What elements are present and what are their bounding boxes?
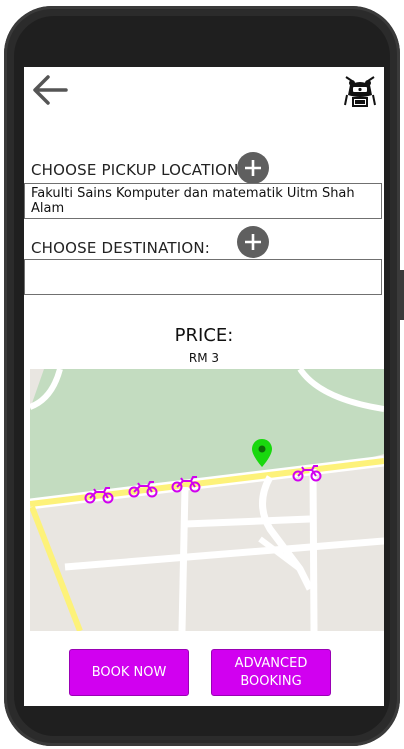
add-pickup-button[interactable] <box>237 152 269 184</box>
volume-button <box>399 270 404 320</box>
plus-circle-icon <box>245 234 261 250</box>
price-title: PRICE: <box>174 325 234 346</box>
app-screen: CHOOSE PICKUP LOCATION: Fakulti Sains Ko… <box>24 67 384 706</box>
add-destination-button[interactable] <box>237 226 269 258</box>
advanced-booking-button[interactable]: ADVANCED BOOKING <box>211 649 331 696</box>
map-view[interactable] <box>30 369 384 631</box>
destination-field[interactable] <box>24 259 382 295</box>
advanced-booking-line2: BOOKING <box>240 673 302 689</box>
advanced-booking-line1: ADVANCED <box>234 655 308 671</box>
destination-label: CHOOSE DESTINATION: <box>31 239 211 257</box>
arrow-left-icon[interactable] <box>30 73 70 107</box>
book-now-button[interactable]: BOOK NOW <box>69 649 189 696</box>
pickup-label: CHOOSE PICKUP LOCATION: <box>31 161 244 179</box>
pickup-location-field[interactable]: Fakulti Sains Komputer dan matematik Uit… <box>24 183 382 219</box>
price-value: RM 3 <box>188 351 220 365</box>
plus-circle-icon <box>245 160 261 176</box>
motorbike-logo-icon <box>344 76 376 107</box>
